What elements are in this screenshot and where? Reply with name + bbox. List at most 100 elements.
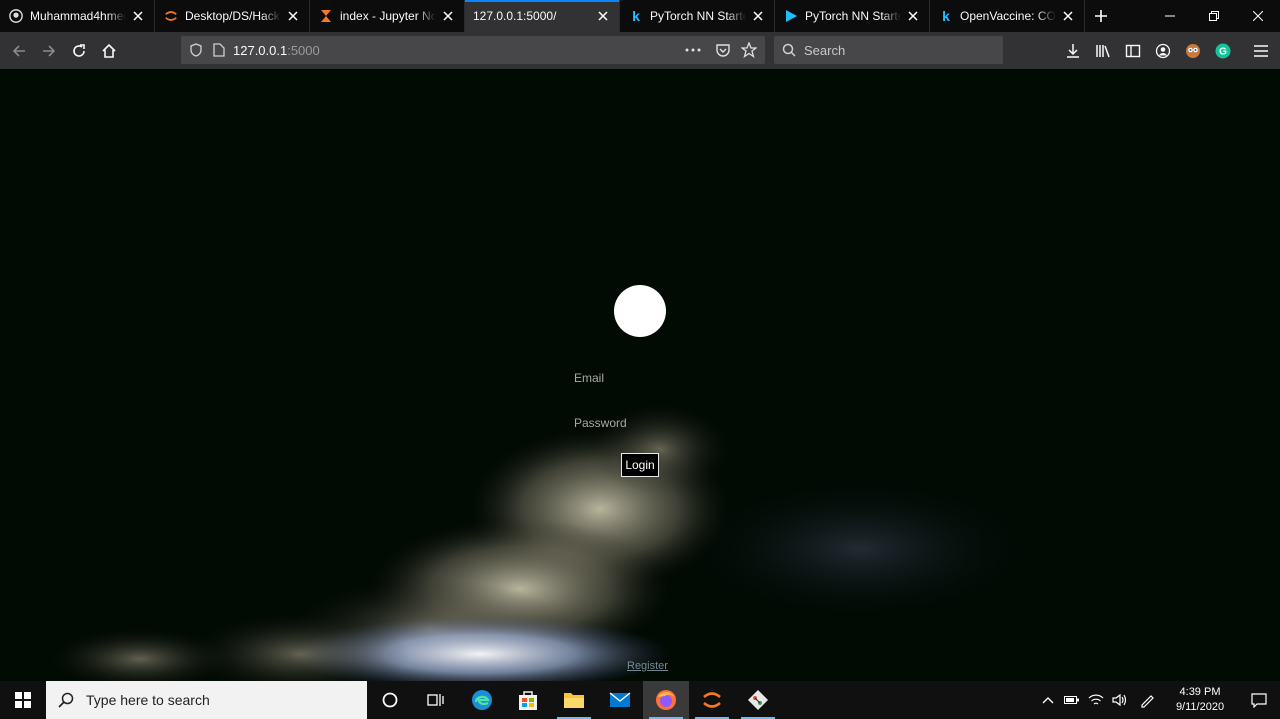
restore-button[interactable]	[1192, 0, 1236, 32]
tab-strip: Muhammad4hmed Desktop/DS/Hackathon index…	[0, 0, 1280, 32]
close-icon[interactable]	[595, 8, 611, 24]
reload-button[interactable]	[64, 36, 94, 66]
cortana-button[interactable]	[367, 681, 413, 719]
reload-icon	[73, 43, 85, 57]
volume-icon[interactable]	[1108, 681, 1132, 719]
github-icon	[8, 8, 24, 24]
taskbar-file-explorer[interactable]	[551, 681, 597, 719]
tab-title: PyTorch NN Starter	[805, 9, 901, 23]
clock-time: 4:39 PM	[1179, 686, 1221, 698]
close-icon[interactable]	[905, 8, 921, 24]
windows-logo-icon	[15, 692, 31, 708]
library-icon[interactable]	[1088, 36, 1118, 66]
page-actions-icon[interactable]	[685, 43, 701, 57]
extension-owl-icon[interactable]	[1178, 36, 1208, 66]
notifications-button[interactable]	[1238, 681, 1280, 719]
search-bar[interactable]	[774, 36, 1003, 64]
taskbar-firefox[interactable]	[643, 681, 689, 719]
bookmark-star-icon[interactable]	[741, 42, 757, 58]
clock-date: 9/11/2020	[1175, 701, 1225, 713]
kaggle-icon: k	[942, 8, 950, 24]
taskbar-jupyter[interactable]	[689, 681, 735, 719]
page-icon	[213, 43, 225, 57]
start-button[interactable]	[0, 681, 46, 719]
grammarly-icon[interactable]: G	[1208, 36, 1238, 66]
home-button[interactable]	[94, 36, 124, 66]
url-text: 127.0.0.1:5000	[233, 43, 320, 58]
folder-icon	[564, 693, 584, 708]
close-icon[interactable]	[750, 8, 766, 24]
tab-title: index - Jupyter Notebook	[340, 9, 436, 23]
search-icon	[58, 692, 74, 708]
close-window-button[interactable]	[1236, 0, 1280, 32]
tab-jupyter-tree[interactable]: Desktop/DS/Hackathon	[155, 0, 310, 32]
login-button[interactable]: Login	[621, 453, 659, 477]
git-icon	[748, 690, 768, 710]
tab-title: PyTorch NN Starter	[650, 9, 746, 23]
store-icon	[519, 691, 537, 710]
notification-icon	[1251, 693, 1267, 708]
plus-icon	[1095, 10, 1107, 22]
mail-icon	[609, 692, 631, 707]
battery-icon[interactable]	[1060, 681, 1084, 719]
chevron-up-icon[interactable]	[1036, 681, 1060, 719]
jupyter-icon	[703, 692, 721, 708]
back-button[interactable]	[4, 36, 34, 66]
taskbar-git[interactable]	[735, 681, 781, 719]
toolbar-right: G	[1058, 32, 1280, 69]
pen-icon[interactable]	[1132, 681, 1162, 719]
home-icon	[102, 43, 116, 58]
tab-kaggle-pytorch-play[interactable]: PyTorch NN Starter	[775, 0, 930, 32]
tab-jupyter-notebook[interactable]: index - Jupyter Notebook	[310, 0, 465, 32]
forward-button[interactable]	[34, 36, 64, 66]
tab-title: OpenVaccine: COVID	[960, 9, 1056, 23]
edge-icon	[472, 690, 492, 710]
minimize-button[interactable]	[1148, 0, 1192, 32]
menu-icon[interactable]	[1246, 36, 1276, 66]
svg-text:G: G	[1219, 46, 1227, 57]
address-bar[interactable]: 127.0.0.1:5000	[181, 36, 765, 64]
close-icon[interactable]	[1060, 8, 1076, 24]
close-icon[interactable]	[440, 8, 456, 24]
hourglass-icon	[318, 8, 334, 24]
cortana-icon	[382, 692, 398, 708]
forward-arrow-icon	[43, 44, 56, 57]
search-input[interactable]	[802, 41, 982, 59]
new-tab-button[interactable]	[1085, 0, 1117, 32]
tab-github[interactable]: Muhammad4hmed	[0, 0, 155, 32]
sidebar-icon[interactable]	[1118, 36, 1148, 66]
register-link[interactable]: Register	[627, 660, 668, 672]
close-icon[interactable]	[130, 8, 146, 24]
play-icon	[783, 8, 799, 24]
firefox-icon	[656, 690, 676, 710]
tab-title: Muhammad4hmed	[30, 9, 126, 23]
wifi-icon[interactable]	[1084, 681, 1108, 719]
taskbar-edge[interactable]	[459, 681, 505, 719]
taskbar-search[interactable]	[46, 681, 367, 719]
jupyter-icon	[163, 8, 179, 24]
shield-icon[interactable]	[189, 43, 203, 57]
task-view-button[interactable]	[413, 681, 459, 719]
taskbar-store[interactable]	[505, 681, 551, 719]
taskbar-search-input[interactable]	[84, 691, 344, 709]
tab-localhost[interactable]: 127.0.0.1:5000/	[465, 0, 620, 32]
tab-title: 127.0.0.1:5000/	[473, 9, 557, 23]
clock[interactable]: 4:39 PM 9/11/2020	[1162, 685, 1238, 715]
taskbar-mail[interactable]	[597, 681, 643, 719]
email-field[interactable]	[574, 367, 714, 389]
navigation-bar: 127.0.0.1:5000 G	[0, 32, 1280, 69]
account-icon[interactable]	[1148, 36, 1178, 66]
back-arrow-icon	[12, 44, 25, 57]
url-host: 127.0.0.1	[233, 42, 288, 58]
tab-kaggle-pytorch[interactable]: k PyTorch NN Starter	[620, 0, 775, 32]
pocket-icon[interactable]	[715, 42, 731, 58]
system-tray: 4:39 PM 9/11/2020	[1036, 681, 1280, 719]
kaggle-icon: k	[632, 8, 640, 24]
tab-kaggle-openvaccine[interactable]: k OpenVaccine: COVID	[930, 0, 1085, 32]
search-icon	[782, 43, 796, 57]
password-field[interactable]	[574, 412, 714, 434]
tab-title: Desktop/DS/Hackathon	[185, 9, 281, 23]
downloads-icon[interactable]	[1058, 36, 1088, 66]
close-icon[interactable]	[285, 8, 301, 24]
window-controls	[1148, 0, 1280, 32]
